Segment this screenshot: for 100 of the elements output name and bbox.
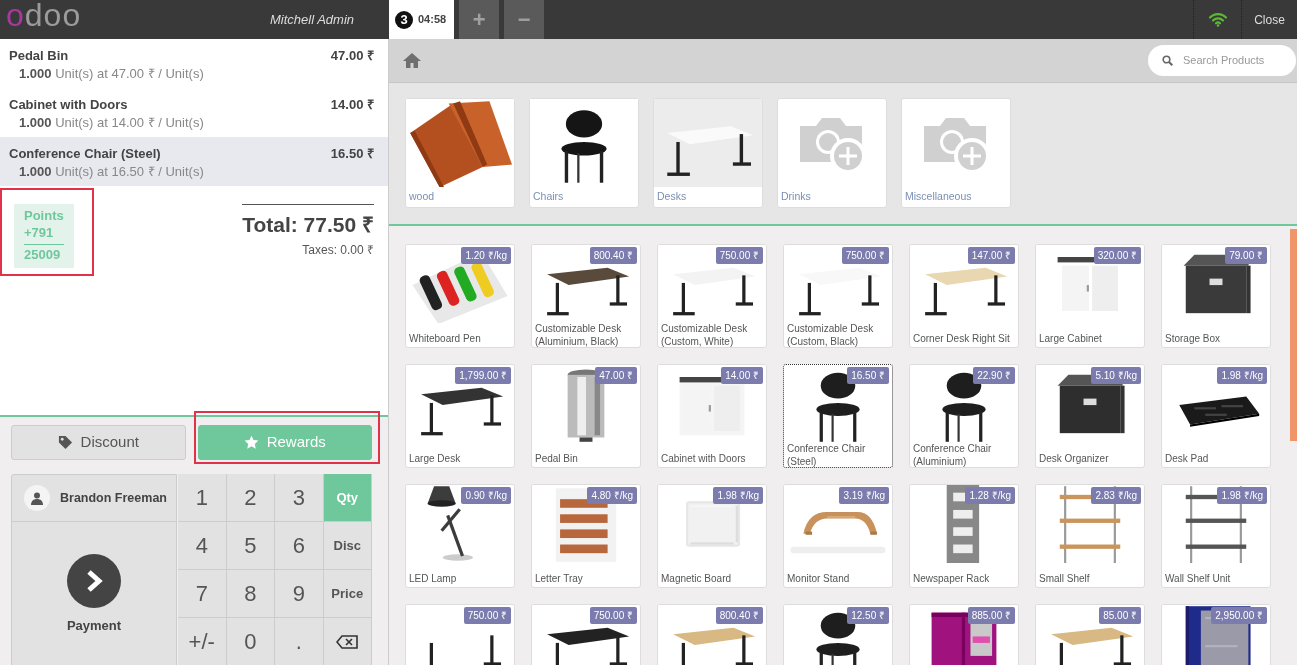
tag-icon [57, 435, 73, 450]
numpad-key[interactable]: 4 [178, 522, 227, 570]
product-name: LED Lamp [408, 572, 458, 586]
product-card[interactable]: 885.00 ₹ [909, 604, 1019, 665]
points-label: Points [24, 208, 64, 226]
numpad-key[interactable]: 9 [275, 570, 324, 618]
price-tag: 800.40 ₹ [715, 607, 763, 624]
product-name: Conference Chair (Steel) [786, 443, 867, 467]
order-line[interactable]: Pedal Bin 47.00 ₹ 1.000 Unit(s) at 47.00 ₹ / Unit(s) [0, 39, 388, 89]
line-info: 1.000 Unit(s) at 14.00 ₹ / Unit(s) [18, 113, 205, 132]
category-tile[interactable]: Desks [653, 98, 763, 208]
product-card[interactable]: 2.83 ₹/kg Small Shelf [1035, 484, 1145, 588]
numpad-key[interactable]: 3 [275, 474, 324, 522]
numpad-key[interactable]: 7 [178, 570, 227, 618]
category-name: Desks [656, 189, 688, 205]
search-field[interactable]: Search Products [1183, 52, 1296, 69]
product-card[interactable]: 4.80 ₹/kg Letter Tray [531, 484, 641, 588]
payment-button[interactable]: Payment [12, 522, 176, 665]
category-tile[interactable]: Miscellaneous [901, 98, 1011, 208]
numpad-key[interactable]: . [275, 618, 324, 665]
product-name: Customizable Desk (Aluminium, Black) [534, 323, 623, 347]
order-tab[interactable]: 3 04:58 [389, 0, 455, 39]
price-tag: 320.00 ₹ [1093, 247, 1141, 264]
product-card[interactable]: 22.90 ₹ Conference Chair (Aluminium) [909, 364, 1019, 468]
product-name: Desk Pad [1164, 452, 1210, 466]
category-name: Miscellaneous [904, 189, 973, 205]
line-price: 14.00 ₹ [330, 96, 374, 114]
order-line[interactable]: Cabinet with Doors 14.00 ₹ 1.000 Unit(s) at 14.00 ₹ / Unit(s) [0, 88, 388, 138]
product-card[interactable]: 5.10 ₹/kg Desk Organizer [1035, 364, 1145, 468]
product-card[interactable]: 16.50 ₹ Conference Chair (Steel) [783, 364, 893, 468]
product-card[interactable]: 12.50 ₹ [783, 604, 893, 665]
home-icon [402, 52, 422, 69]
product-card[interactable]: 750.00 ₹ Customizable Desk (Custom, White) [657, 244, 767, 348]
product-name: Customizable Desk (Custom, White) [660, 323, 749, 347]
backspace-key[interactable] [323, 618, 372, 665]
category-tile[interactable]: wood [405, 98, 515, 208]
points-won: +791 [24, 225, 55, 243]
product-card[interactable]: 1.28 ₹/kg Newspaper Rack [909, 484, 1019, 588]
product-card[interactable]: 800.40 ₹ [657, 604, 767, 665]
product-card[interactable]: 47.00 ₹ Pedal Bin [531, 364, 641, 468]
product-card[interactable]: 800.40 ₹ Customizable Desk (Aluminium, Black) [531, 244, 641, 348]
price-tag: 5.10 ₹/kg [1091, 367, 1141, 384]
mode-key[interactable]: Price [323, 570, 372, 618]
order-taxes: Taxes: 0.00 ₹ [301, 241, 374, 259]
product-name: Whiteboard Pen [408, 332, 482, 346]
backspace-icon [336, 634, 359, 649]
order-total: Total: 77.50 ₹ [242, 204, 374, 241]
product-name: Pedal Bin [534, 452, 579, 466]
product-card[interactable]: 14.00 ₹ Cabinet with Doors [657, 364, 767, 468]
product-card[interactable]: 1.20 ₹/kg Whiteboard Pen [405, 244, 515, 348]
product-card[interactable]: 750.00 ₹ [531, 604, 641, 665]
numpad-key[interactable]: 1 [178, 474, 227, 522]
logo: odoo [5, 0, 83, 35]
product-card[interactable]: 147.00 ₹ Corner Desk Right Sit [909, 244, 1019, 348]
price-tag: 4.80 ₹/kg [587, 487, 637, 504]
price-tag: 800.40 ₹ [589, 247, 637, 264]
product-name: Newspaper Rack [912, 572, 991, 586]
numpad-key[interactable]: 6 [275, 522, 324, 570]
numpad-key[interactable]: 0 [226, 618, 275, 665]
product-card[interactable]: 320.00 ₹ Large Cabinet [1035, 244, 1145, 348]
product-name: Wall Shelf Unit [1164, 572, 1232, 586]
price-tag: 0.90 ₹/kg [461, 487, 511, 504]
product-card[interactable]: 1,799.00 ₹ Large Desk [405, 364, 515, 468]
search-box[interactable]: Search Products [1148, 45, 1296, 76]
numpad-key[interactable]: 8 [226, 570, 275, 618]
numpad-key[interactable]: 2 [226, 474, 275, 522]
product-card[interactable]: 750.00 ₹ [405, 604, 515, 665]
price-tag: 750.00 ₹ [715, 247, 763, 264]
product-name: Desk Organizer [1038, 452, 1110, 466]
price-tag: 1.98 ₹/kg [713, 487, 763, 504]
product-card[interactable]: 0.90 ₹/kg LED Lamp [405, 484, 515, 588]
product-card[interactable]: 1.98 ₹/kg Magnetic Board [657, 484, 767, 588]
product-card[interactable]: 3.19 ₹/kg Monitor Stand [783, 484, 893, 588]
numpad-key[interactable]: +/- [178, 618, 227, 665]
scrollbar[interactable] [1290, 229, 1297, 441]
line-info: 1.000 Unit(s) at 16.50 ₹ / Unit(s) [18, 162, 205, 181]
product-name: Cabinet with Doors [660, 452, 747, 466]
product-card[interactable]: 1.98 ₹/kg Desk Pad [1161, 364, 1271, 468]
discount-button[interactable]: Discount [11, 425, 186, 460]
product-name: Storage Box [1164, 332, 1222, 346]
product-card[interactable]: 79.00 ₹ Storage Box [1161, 244, 1271, 348]
category-tile[interactable]: Drinks [777, 98, 887, 208]
price-tag: 3.19 ₹/kg [839, 487, 889, 504]
product-card[interactable]: 1.98 ₹/kg Wall Shelf Unit [1161, 484, 1271, 588]
order-time: 04:58 [418, 12, 447, 28]
product-card[interactable]: 750.00 ₹ Customizable Desk (Custom, Black) [783, 244, 893, 348]
price-tag: 14.00 ₹ [721, 367, 763, 384]
category-name: wood [408, 189, 436, 205]
category-name: Drinks [780, 189, 812, 205]
product-name: Large Cabinet [1038, 332, 1103, 346]
price-tag: 1.98 ₹/kg [1217, 487, 1267, 504]
customer-button[interactable]: Brandon Freeman [12, 475, 176, 522]
points-total: 25009 [24, 247, 62, 264]
mode-key[interactable]: Disc [323, 522, 372, 570]
price-tag: 16.50 ₹ [847, 367, 889, 384]
numpad-key[interactable]: 5 [226, 522, 275, 570]
price-tag: 147.00 ₹ [967, 247, 1015, 264]
product-card[interactable]: 85.00 ₹ [1035, 604, 1145, 665]
category-tile[interactable]: Chairs [529, 98, 639, 208]
product-card[interactable]: 2,950.00 ₹ [1161, 604, 1271, 665]
